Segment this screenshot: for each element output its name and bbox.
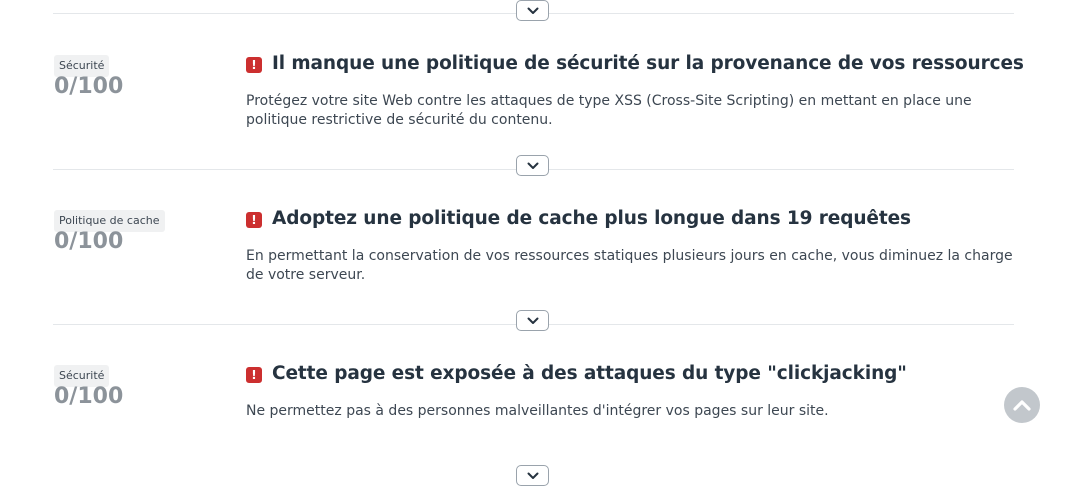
chevron-down-icon: [527, 472, 538, 479]
chevron-down-icon: [527, 162, 538, 169]
chevron-down-icon: [527, 7, 538, 14]
audit-title: Il manque une politique de sécurité sur …: [272, 53, 1024, 74]
audit-title: Cette page est exposée à des attaques du…: [272, 363, 907, 384]
expand-button[interactable]: [516, 310, 549, 331]
audit-description: En permettant la conservation de vos res…: [246, 248, 1013, 283]
expand-button[interactable]: [516, 0, 549, 21]
audit-description: Ne permettez pas à des personnes malveil…: [246, 403, 829, 419]
score: 0/100: [54, 229, 124, 254]
chevron-up-icon: [1013, 400, 1031, 411]
score: 0/100: [54, 384, 124, 409]
score: 0/100: [54, 74, 124, 99]
exclamation-icon: !: [246, 212, 262, 228]
audit-description: Protégez votre site Web contre les attaq…: [246, 93, 972, 128]
exclamation-icon: !: [246, 57, 262, 73]
expand-button[interactable]: [516, 465, 549, 486]
audit-title: Adoptez une politique de cache plus long…: [272, 208, 911, 229]
scroll-to-top-button[interactable]: [1004, 387, 1040, 423]
exclamation-icon: !: [246, 367, 262, 383]
expand-button[interactable]: [516, 155, 549, 176]
chevron-down-icon: [527, 317, 538, 324]
